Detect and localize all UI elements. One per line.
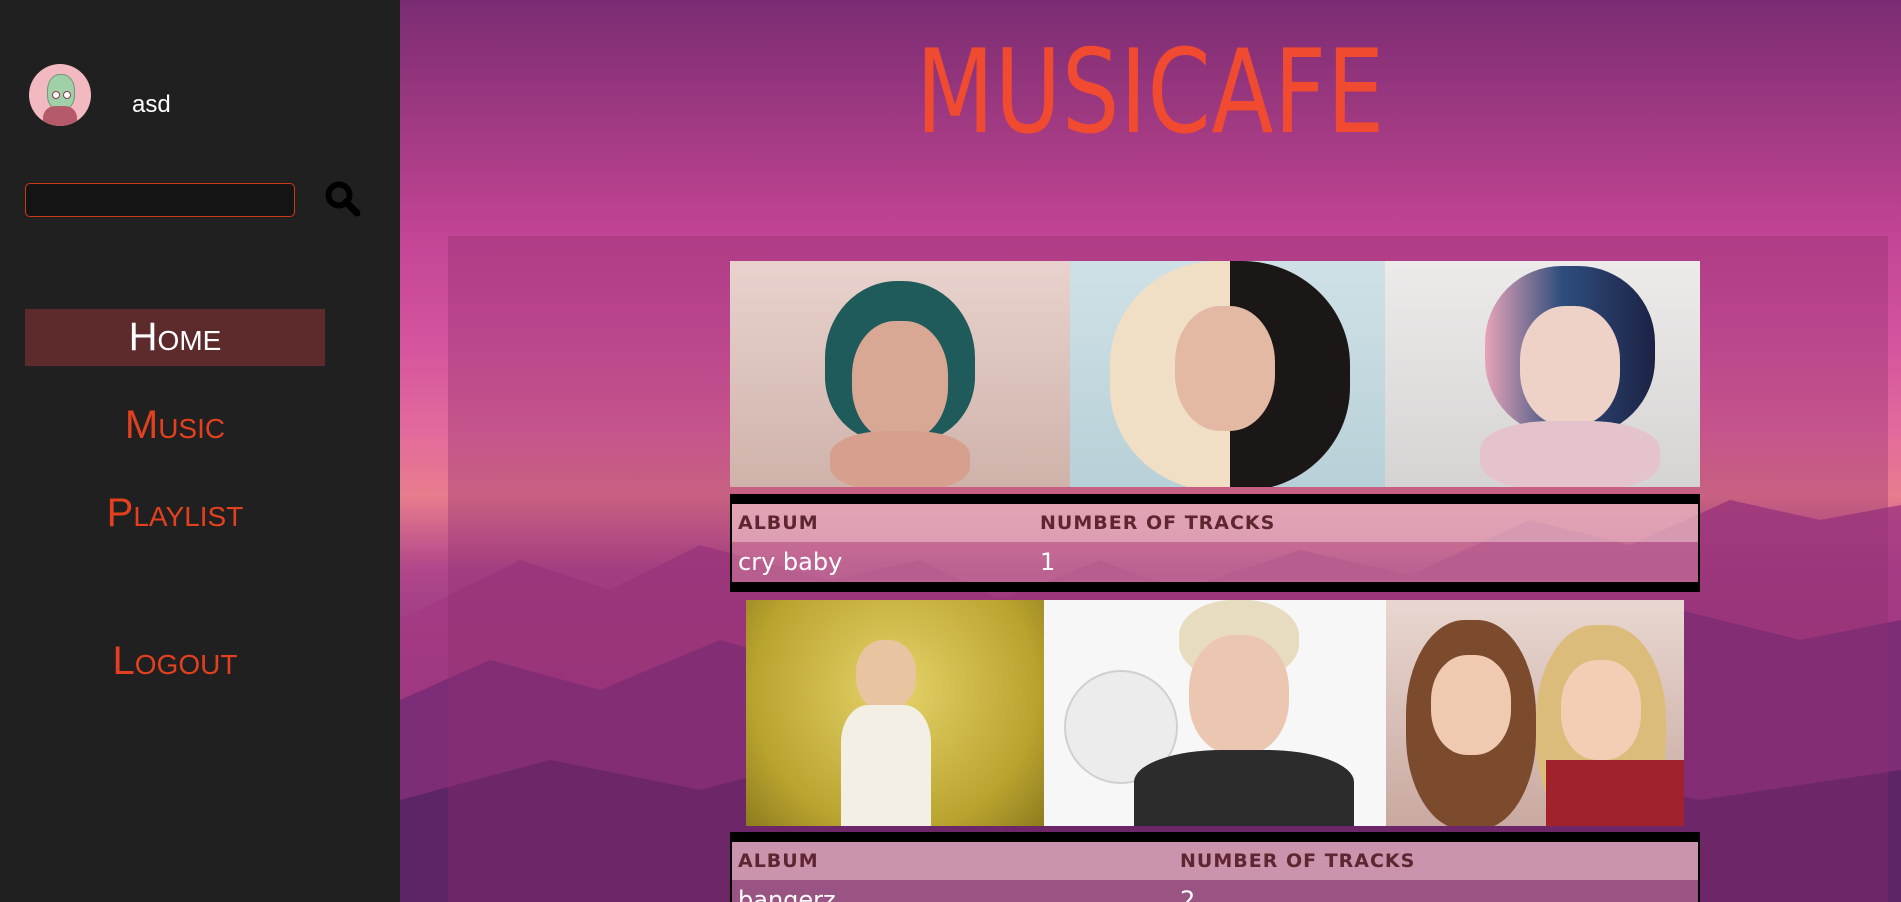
track-count: 1	[1040, 548, 1056, 576]
album-photo-strip	[746, 600, 1684, 826]
content-panel: ALBUM NUMBER OF TRACKS cry baby 1 ALBUM …	[448, 236, 1888, 902]
avatar-body	[43, 106, 77, 126]
album-table: ALBUM NUMBER OF TRACKS cry baby 1	[730, 494, 1700, 592]
table-header-row: ALBUM NUMBER OF TRACKS	[731, 837, 1699, 880]
search-input[interactable]	[25, 183, 295, 217]
column-header-tracks: NUMBER OF TRACKS	[1034, 499, 1699, 542]
sidebar: asd Home Music Playlist Logout	[0, 0, 400, 902]
album-table: ALBUM NUMBER OF TRACKS bangerz 2	[730, 832, 1700, 902]
album-photo[interactable]	[730, 261, 1070, 487]
album-photo[interactable]	[1385, 261, 1700, 487]
album-photo[interactable]	[746, 600, 1044, 826]
site-title: MUSICAFE	[916, 25, 1385, 160]
album-photo[interactable]	[1070, 261, 1385, 487]
album-name[interactable]: cry baby	[731, 542, 1034, 587]
search-icon[interactable]	[324, 180, 362, 218]
album-name[interactable]: bangerz	[731, 880, 1174, 902]
table-row[interactable]: cry baby 1	[731, 542, 1699, 587]
album-photo[interactable]	[1044, 600, 1386, 826]
nav-home[interactable]: Home	[25, 309, 325, 366]
main-content: MUSICAFE ALBUM NUMBER OF TRACKS cry baby…	[400, 0, 1901, 902]
table-row[interactable]: bangerz 2	[731, 880, 1699, 902]
nav-logout[interactable]: Logout	[25, 633, 325, 690]
column-header-tracks: NUMBER OF TRACKS	[1174, 837, 1699, 880]
avatar-face	[47, 74, 75, 110]
table-header-row: ALBUM NUMBER OF TRACKS	[731, 499, 1699, 542]
nav-music[interactable]: Music	[25, 397, 325, 454]
album-photo[interactable]	[1386, 600, 1684, 826]
username: asd	[132, 91, 171, 118]
album-photo-strip	[730, 261, 1700, 487]
column-header-album: ALBUM	[731, 837, 1174, 880]
track-count: 2	[1180, 886, 1196, 902]
avatar[interactable]	[29, 64, 91, 126]
nav-playlist[interactable]: Playlist	[25, 485, 325, 542]
column-header-album: ALBUM	[731, 499, 1034, 542]
